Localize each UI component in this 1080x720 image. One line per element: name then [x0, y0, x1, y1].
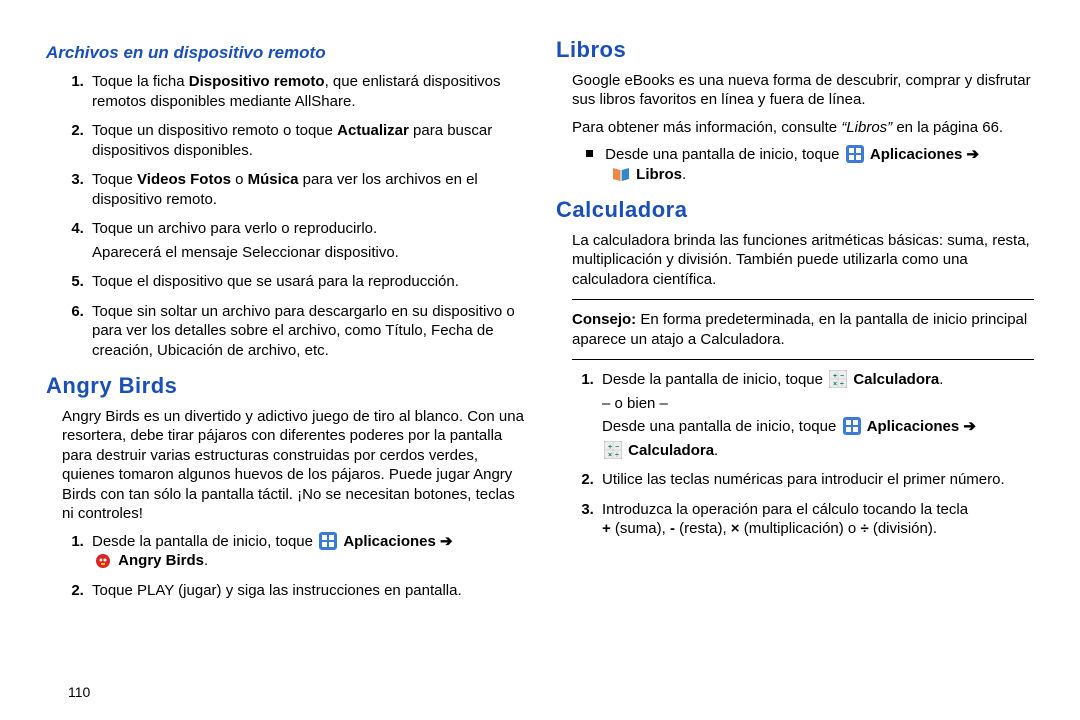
calc-step-3: Introduzca la operación para el cálculo …: [598, 500, 1034, 539]
svg-text:×: ×: [608, 452, 612, 459]
calc-steps: Desde la pantalla de inicio, toque +−×÷ …: [570, 370, 1034, 539]
applications-icon: [843, 417, 861, 435]
step-5: Toque el dispositivo que se usará para l…: [88, 272, 524, 292]
svg-text:×: ×: [833, 381, 837, 388]
calc-tip: Consejo: En forma predeterminada, en la …: [572, 310, 1034, 349]
ab-step-1: Desde la pantalla de inicio, toque Aplic…: [88, 532, 524, 571]
step-2: Toque un dispositivo remoto o toque Actu…: [88, 121, 524, 160]
calc-step-1: Desde la pantalla de inicio, toque +−×÷ …: [598, 370, 1034, 460]
square-bullet-icon: [586, 150, 593, 157]
applications-icon: [846, 145, 864, 163]
step-4: Toque un archivo para verlo o reproducir…: [88, 219, 524, 262]
libros-para-1: Google eBooks es una nueva forma de desc…: [572, 71, 1034, 110]
right-column: Libros Google eBooks es una nueva forma …: [540, 36, 1050, 700]
heading-calculadora: Calculadora: [556, 196, 1034, 225]
manual-page: Archivos en un dispositivo remoto Toque …: [0, 0, 1080, 720]
heading-libros: Libros: [556, 36, 1034, 65]
step-3: Toque Videos Fotos o Música para ver los…: [88, 170, 524, 209]
applications-icon: [319, 532, 337, 550]
heading-archivos: Archivos en un dispositivo remoto: [46, 42, 524, 64]
calculator-icon: +−×÷: [829, 370, 847, 388]
step-1: Toque la ficha Dispositivo remoto, que e…: [88, 72, 524, 111]
svg-text:÷: ÷: [840, 381, 844, 388]
divider: [572, 299, 1034, 300]
divider: [572, 359, 1034, 360]
libros-icon: [612, 165, 630, 183]
calc-para: La calculadora brinda las funciones arit…: [572, 231, 1034, 290]
archivos-steps: Toque la ficha Dispositivo remoto, que e…: [60, 72, 524, 360]
angry-birds-steps: Desde la pantalla de inicio, toque Aplic…: [60, 532, 524, 601]
libros-bullet: Desde una pantalla de inicio, toque Apli…: [556, 145, 1034, 184]
ab-step-2: Toque PLAY (jugar) y siga las instruccio…: [88, 581, 524, 601]
libros-para-2: Para obtener más información, consulte “…: [572, 118, 1034, 138]
calc-step-2: Utilice las teclas numéricas para introd…: [598, 470, 1034, 490]
heading-angry-birds: Angry Birds: [46, 372, 524, 401]
svg-text:÷: ÷: [615, 452, 619, 459]
angry-birds-icon: [94, 551, 112, 569]
page-number: 110: [68, 684, 90, 700]
left-column: Archivos en un dispositivo remoto Toque …: [30, 36, 540, 700]
angry-birds-description: Angry Birds es un divertido y adictivo j…: [62, 407, 524, 524]
calculator-icon: +−×÷: [604, 441, 622, 459]
step-6: Toque sin soltar un archivo para descarg…: [88, 302, 524, 361]
